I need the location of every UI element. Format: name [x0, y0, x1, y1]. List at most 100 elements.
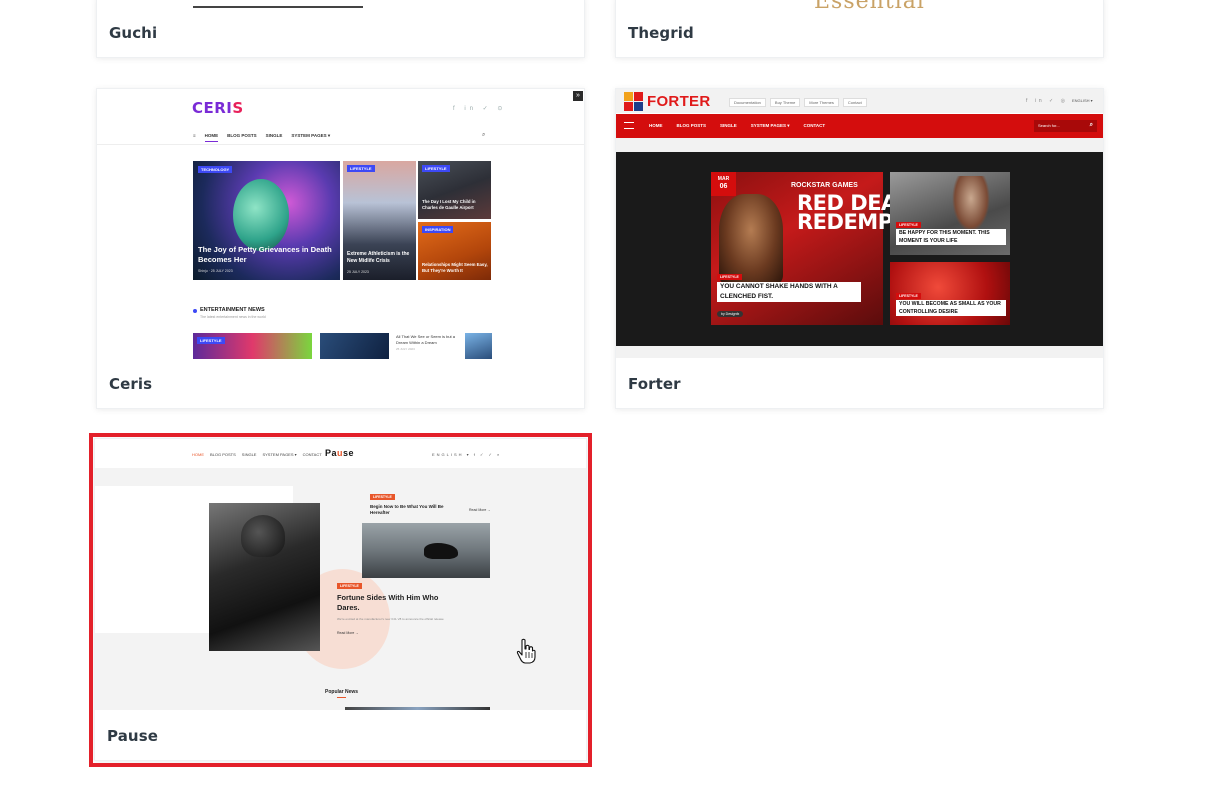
post-image: LIFESTYLE Extreme Athleticism is the New… — [343, 161, 416, 280]
image-overlay-text: ROCKSTAR GAMES — [791, 182, 858, 189]
language-select: ENGLISH ▾ — [1072, 98, 1093, 103]
category-tag: INSPIRATION — [422, 226, 454, 233]
card-caption-pause[interactable]: Pause — [107, 727, 158, 745]
featured-post-image: TECHNOLOGY The Joy of Petty Grievances i… — [193, 161, 340, 280]
post-title: Extreme Athleticism is the New Midlife C… — [347, 251, 410, 264]
nav-right-tools: ENGLISH ▾ f ✓ ✓ ⌕ — [432, 452, 502, 457]
theme-card-guchi[interactable]: Guchi — [96, 0, 585, 58]
nav-item: BLOG POSTS — [227, 133, 257, 138]
category-tag: LIFESTYLE — [337, 583, 362, 589]
ceris-preview-image[interactable]: CERIS f in ✓ ⊙ » ≡ HOME BLOG POSTS SINGL… — [97, 89, 584, 359]
post-title: Begin Now to Be What You Will Be Hereaft… — [370, 504, 444, 515]
post-meta: Shinju · 25 JULY 2023 — [198, 269, 233, 273]
nav-item: SYSTEM PAGES ▾ — [291, 133, 331, 138]
forter-logo-text: FORTER — [647, 93, 711, 110]
theme-card-ceris[interactable]: CERIS f in ✓ ⊙ » ≡ HOME BLOG POSTS SINGL… — [96, 88, 585, 409]
category-tag: LIFESTYLE — [896, 293, 921, 299]
section-title: ENTERTAINMENT NEWS — [200, 307, 265, 313]
card-caption-thegrid[interactable]: Thegrid — [628, 24, 694, 42]
expand-icon: » — [573, 91, 583, 101]
post-excerpt: We're excited at the manufacturer's new … — [337, 617, 444, 621]
helmet-shape — [241, 515, 285, 557]
preview-nav: HOME BLOG POSTS SINGLE SYSTEM PAGES ▾ CO… — [95, 439, 586, 468]
category-tag: LIFESTYLE — [896, 222, 921, 228]
featured-post-image: ROCKSTAR GAMES RED DEAD REDEMPTION — [711, 172, 949, 325]
read-more-link: Read More → — [469, 508, 491, 512]
top-link: More Themes — [804, 98, 839, 107]
nav-item: SINGLE — [265, 133, 283, 138]
pause-logo: Pause — [325, 448, 355, 458]
hamburger-icon: ≡ — [193, 133, 196, 138]
divider — [97, 144, 584, 145]
search-icon: ⌕ — [1089, 122, 1093, 128]
preview-nav: HOME BLOG POSTS SINGLE SYSTEM PAGES ▾ CO… — [616, 114, 1103, 138]
motorcycle-photo — [362, 523, 490, 578]
post-title: All That We See or Seem is but a Dream W… — [396, 334, 460, 352]
hand-pointer-cursor-icon — [516, 638, 536, 664]
section-underline — [337, 697, 346, 698]
rider-photo — [209, 503, 320, 651]
search-icon: ⌕ — [482, 132, 486, 138]
category-tag: LIFESTYLE — [370, 494, 395, 500]
forter-preview-image[interactable]: FORTER Documentation Buy Theme More Them… — [616, 89, 1103, 359]
post-title: YOU WILL BECOME AS SMALL AS YOUR CONTROL… — [896, 300, 1006, 316]
post-title: Relationships Might Seem Easy, But They'… — [422, 262, 488, 273]
category-tag: LIFESTYLE — [717, 274, 742, 280]
forter-logo: FORTER — [624, 92, 710, 111]
post-image: LIFESTYLE The Day I Lost My Child in Cha… — [418, 161, 491, 219]
search-box: Search for... ⌕ — [1034, 120, 1097, 132]
category-tag: LIFESTYLE — [197, 337, 225, 344]
post-image: LIFESTYLE — [193, 333, 312, 359]
post-image — [465, 333, 492, 359]
nav-item: SINGLE — [241, 452, 257, 457]
theme-card-forter[interactable]: FORTER Documentation Buy Theme More Them… — [615, 88, 1104, 409]
nav-item: SYSTEM PAGES ▾ — [750, 123, 790, 128]
preview-heading: Essential — [814, 0, 925, 9]
theme-card-pause[interactable]: HOME BLOG POSTS SINGLE SYSTEM PAGES ▾ CO… — [94, 438, 587, 761]
card-caption-forter[interactable]: Forter — [628, 375, 681, 393]
nav-item: HOME — [204, 133, 219, 142]
spacer — [616, 346, 1103, 358]
search-placeholder: Search for... — [1038, 123, 1060, 128]
pause-preview-image[interactable]: HOME BLOG POSTS SINGLE SYSTEM PAGES ▾ CO… — [95, 439, 586, 710]
post-meta: 25 JULY 2023 — [347, 270, 369, 274]
nav-item: SYSTEM PAGES ▾ — [262, 452, 297, 457]
preview-nav: ≡ HOME BLOG POSTS SINGLE SYSTEM PAGES ▾ — [193, 133, 330, 142]
ceris-logo: CERIS — [192, 99, 244, 117]
post-title-text: All That We See or Seem is but a Dream W… — [396, 334, 455, 345]
category-tag: LIFESTYLE — [347, 165, 375, 172]
theme-card-thegrid[interactable]: Essential Thegrid — [615, 0, 1104, 58]
date-badge: MAR 06 — [711, 172, 736, 196]
nav-item: BLOG POSTS — [210, 452, 236, 457]
nav-item: HOME — [192, 452, 204, 457]
card-caption-guchi[interactable]: Guchi — [109, 24, 157, 42]
post-title: YOU CANNOT SHAKE HANDS WITH A CLENCHED F… — [717, 282, 861, 302]
section-dot — [193, 309, 197, 313]
guchi-preview-image[interactable] — [97, 0, 584, 9]
preview-divider — [193, 6, 363, 8]
nav-item: CONTACT — [302, 452, 322, 457]
category-tag: LIFESTYLE — [422, 165, 450, 172]
post-image: INSPIRATION Relationships Might Seem Eas… — [418, 222, 491, 280]
post-title: BE HAPPY FOR THIS MOMENT. THIS MOMENT IS… — [896, 229, 1006, 245]
post-meta: 25 JULY 2023 — [396, 347, 415, 351]
nav-item: BLOG POSTS — [676, 123, 707, 128]
hamburger-icon — [624, 122, 634, 129]
post-title: Fortune Sides With Him Who Dares. — [337, 593, 439, 612]
top-link: Documentation — [729, 98, 766, 107]
spacer — [616, 138, 1103, 152]
nav-item: CONTACT — [803, 123, 826, 128]
section-title: Popular News — [325, 689, 359, 695]
nav-items: HOME BLOG POSTS SINGLE SYSTEM PAGES ▾ CO… — [649, 123, 825, 129]
nav-item: HOME — [649, 123, 663, 128]
thegrid-preview-image[interactable]: Essential — [616, 0, 1103, 9]
post-title: The Joy of Petty Grievances in Death Bec… — [198, 245, 332, 264]
post-image — [320, 333, 389, 359]
post-title: The Day I Lost My Child in Charles de Ga… — [422, 199, 476, 210]
social-icons: f in ✓ ◎ — [1026, 98, 1069, 104]
figure-shape — [952, 176, 990, 232]
post-image-strip — [345, 707, 490, 710]
card-caption-ceris[interactable]: Ceris — [109, 375, 152, 393]
top-links: Documentation Buy Theme More Themes Cont… — [729, 98, 867, 107]
portrait-shape — [233, 179, 289, 251]
